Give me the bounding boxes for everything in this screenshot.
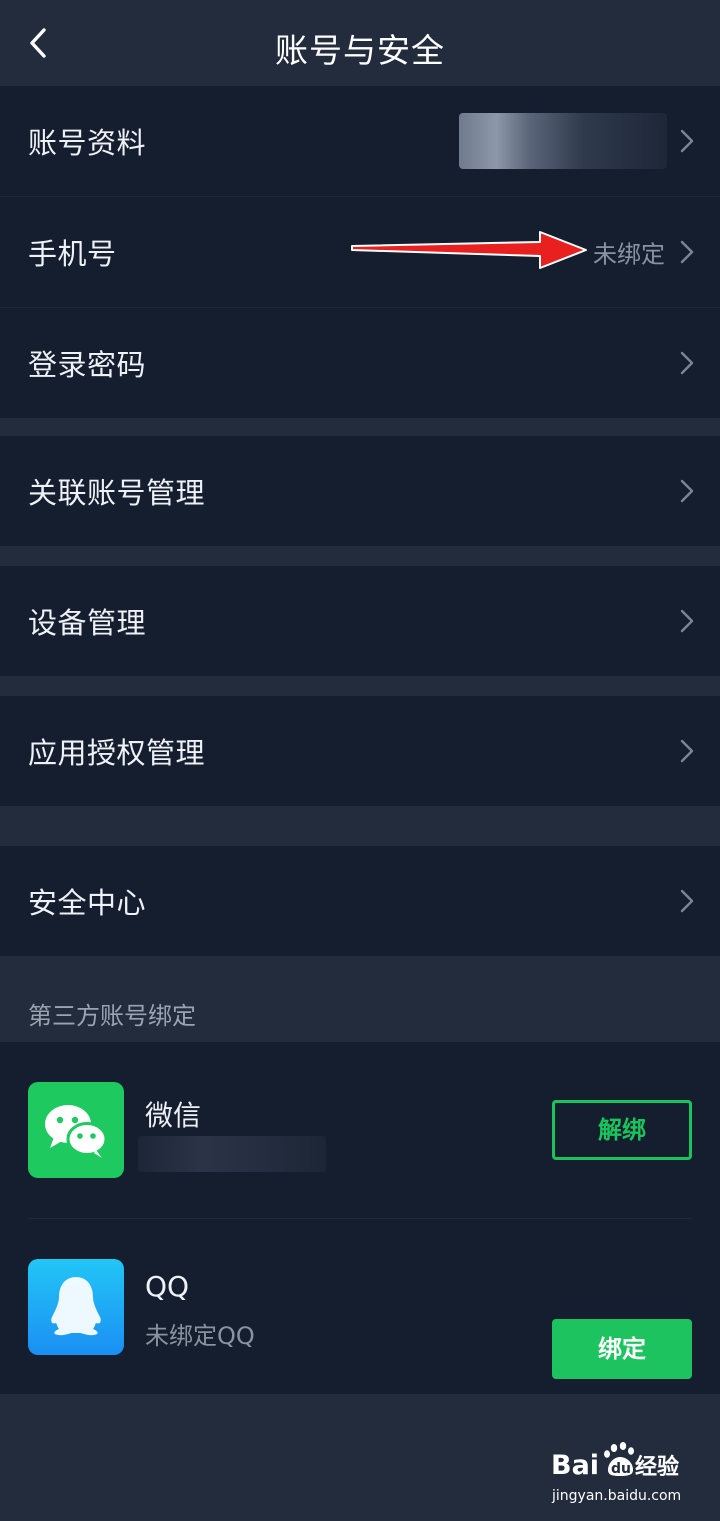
- row-label: 关联账号管理: [28, 476, 206, 510]
- wechat-row: 微信 解绑: [0, 1042, 720, 1219]
- chevron-right-icon: [680, 479, 694, 503]
- row-app-authorization[interactable]: 应用授权管理: [0, 696, 720, 806]
- security-center-group: 安全中心: [0, 846, 720, 956]
- row-security-center[interactable]: 安全中心: [0, 846, 720, 956]
- phone-status: 未绑定: [593, 240, 665, 269]
- third-party-section-caption: 第三方账号绑定: [28, 1002, 196, 1030]
- wechat-icon: [28, 1082, 124, 1178]
- third-party-list: 微信 解绑 QQ 未绑定QQ 绑定: [0, 1042, 720, 1394]
- blurred-wechat-account: [138, 1136, 326, 1172]
- row-label: 应用授权管理: [28, 736, 206, 770]
- chevron-right-icon: [680, 129, 694, 153]
- svg-text:jingyan.baidu.com: jingyan.baidu.com: [551, 1488, 681, 1504]
- chevron-right-icon: [680, 351, 694, 375]
- row-account-profile[interactable]: 账号资料: [0, 86, 720, 197]
- qq-status: 未绑定QQ: [145, 1322, 255, 1350]
- row-label: 设备管理: [28, 606, 147, 640]
- app-authorization-group: 应用授权管理: [0, 696, 720, 806]
- chevron-right-icon: [680, 889, 694, 913]
- blurred-avatar: [459, 113, 667, 169]
- chevron-right-icon: [680, 609, 694, 633]
- qq-name: QQ: [145, 1270, 190, 1303]
- baidu-jingyan-watermark: Bai du 经验 jingyan.baidu.com: [551, 1440, 686, 1506]
- wechat-name: 微信: [145, 1099, 202, 1132]
- row-device-management[interactable]: 设备管理: [0, 566, 720, 676]
- device-group: 设备管理: [0, 566, 720, 676]
- page-title: 账号与安全: [275, 31, 445, 70]
- bind-qq-button[interactable]: 绑定: [552, 1319, 692, 1379]
- row-label: 账号资料: [28, 126, 147, 160]
- svg-text:du: du: [611, 1461, 631, 1477]
- row-label: 手机号: [28, 237, 117, 271]
- chevron-right-icon: [680, 240, 694, 264]
- svg-text:Bai: Bai: [551, 1450, 599, 1481]
- unbind-wechat-button[interactable]: 解绑: [552, 1100, 692, 1160]
- row-login-password[interactable]: 登录密码: [0, 308, 720, 418]
- svg-text:经验: 经验: [635, 1454, 679, 1480]
- row-linked-accounts[interactable]: 关联账号管理: [0, 436, 720, 546]
- qq-penguin-icon: [28, 1259, 124, 1355]
- top-bar: 账号与安全: [0, 0, 720, 86]
- qq-row: QQ 未绑定QQ 绑定: [0, 1218, 720, 1394]
- row-label: 登录密码: [28, 348, 147, 382]
- row-label: 安全中心: [28, 886, 147, 920]
- linked-account-group: 关联账号管理: [0, 436, 720, 546]
- red-arrow-annotation: [351, 231, 587, 269]
- baidu-paw-logo: Bai du 经验 jingyan.baidu.com: [551, 1442, 681, 1504]
- chevron-right-icon: [680, 739, 694, 763]
